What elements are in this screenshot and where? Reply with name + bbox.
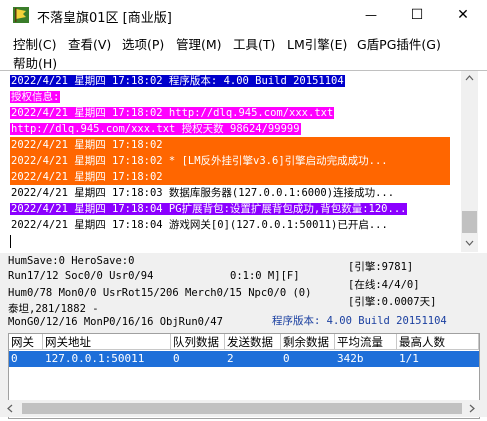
log-lines: 2022/4/21 星期四 17:18:02 程序版本: 4.00 Build … (10, 73, 460, 249)
log-line-text: 2022/4/21 星期四 17:18:04 游戏网关[0](127.0.0.1… (11, 219, 388, 231)
col-header-address[interactable]: 网关地址 (43, 334, 171, 350)
log-line: 2022/4/21 星期四 17:18:04 游戏网关[0](127.0.0.1… (10, 217, 460, 233)
status-panel: HumSave:0 HeroSave:0 Run17/12 Soc0/0 Usr… (0, 253, 487, 333)
log-line: 2022/4/21 星期四 17:18:04 PG扩展背包:设置扩展背包成功,背… (10, 201, 460, 217)
menu-options[interactable]: 选项(P) (122, 34, 164, 53)
version-label: 程序版本: 4.00 Build 20151104 (272, 315, 447, 327)
log-line-text: 授权信息: (10, 91, 61, 103)
cell-remain: 0 (283, 352, 290, 365)
table-hscrollbar[interactable] (0, 400, 487, 417)
maximize-button[interactable]: ☐ (394, 0, 440, 30)
menu-gshield-plugin[interactable]: G盾PG插件(G) (357, 34, 441, 53)
log-line-text: 2022/4/21 星期四 17:18:04 PG扩展背包:设置扩展背包成功,背… (10, 203, 408, 215)
menu-manage[interactable]: 管理(M) (176, 34, 222, 53)
status-run: Run17/12 Soc0/0 Usr0/94 (8, 270, 154, 282)
col-header-queue[interactable]: 队列数据 (171, 334, 225, 350)
menu-lm-engine[interactable]: LM引擎(E) (287, 34, 347, 53)
log-line-text: 2022/4/21 星期四 17:18:02 程序版本: 4.00 Build … (10, 75, 345, 87)
cell-max-users: 1/1 (399, 352, 419, 365)
window-title: 不落皇旗01区 [商业版] (37, 11, 172, 26)
col-header-gateway[interactable]: 网关 (9, 334, 43, 350)
table-row[interactable]: 0 127.0.0.1:50011 0 2 0 342b 1/1 (9, 351, 479, 367)
log-line: 2022/4/21 星期四 17:18:02 (10, 137, 460, 153)
col-header-traffic[interactable]: 平均流量 (335, 334, 397, 350)
menu-view[interactable]: 查看(V) (68, 34, 111, 53)
col-header-max-users[interactable]: 最高人数 (397, 334, 479, 350)
flag-icon (13, 7, 29, 23)
cell-queue: 0 (173, 352, 180, 365)
log-line-text: 2022/4/21 星期四 17:18:02 * [LM反外挂引擎v3.6]引擎… (11, 155, 388, 167)
close-button[interactable]: ✕ (440, 0, 486, 30)
load-badge: [引擎:0.0007天] (348, 296, 437, 308)
status-map: 泰坦,281/1882 - (8, 303, 99, 315)
main-window: 不落皇旗01区 [商业版] — ☐ ✕ 控制(C) 查看(V) 选项(P) 管理… (0, 0, 487, 419)
menu-bar: 控制(C) 查看(V) 选项(P) 管理(M) 工具(T) LM引擎(E) G盾… (0, 30, 487, 71)
cell-address: 127.0.0.1:50011 (45, 352, 145, 365)
maximize-icon: ☐ (410, 7, 424, 23)
log-line-text: 2022/4/21 星期四 17:18:02 (11, 171, 163, 183)
online-badge: [在线:4/4/0] (348, 279, 420, 291)
title-bar: 不落皇旗01区 [商业版] — ☐ ✕ (0, 0, 487, 30)
cell-traffic: 342b (337, 352, 364, 365)
menu-control[interactable]: 控制(C) (13, 34, 56, 53)
log-scrollbar[interactable] (461, 71, 478, 252)
status-monsters: MonG0/12/16 MonP0/16/16 ObjRun0/47 (8, 316, 223, 328)
status-mode: 0:1:0 M][F] (230, 270, 300, 282)
log-line: 2022/4/21 星期四 17:18:02 程序版本: 4.00 Build … (10, 73, 460, 89)
log-line: 2022/4/21 星期四 17:18:02 * [LM反外挂引擎v3.6]引擎… (10, 153, 460, 169)
close-icon: ✕ (457, 7, 469, 23)
status-objects: Hum0/78 Mon0/0 UsrRot15/206 Merch0/15 Np… (8, 287, 312, 299)
engine-badge: [引擎:9781] (348, 261, 414, 273)
cell-sent: 2 (227, 352, 234, 365)
log-panel[interactable]: 2022/4/21 星期四 17:18:02 程序版本: 4.00 Build … (0, 70, 487, 254)
status-save: HumSave:0 HeroSave:0 (8, 255, 135, 267)
log-line-text: 2022/4/21 星期四 17:18:02 http://dlq.945.co… (10, 107, 335, 119)
log-line: 2022/4/21 星期四 17:18:02 http://dlq.945.co… (10, 105, 460, 121)
minimize-icon: — (365, 8, 377, 22)
log-line-text: 2022/4/21 星期四 17:18:02 (11, 139, 163, 151)
log-line: 授权信息: (10, 89, 460, 105)
log-line-text: http://dlq.945.com/xxx.txt 授权天数 98624/99… (10, 123, 301, 135)
menu-tools[interactable]: 工具(T) (233, 34, 275, 53)
log-line: 2022/4/21 星期四 17:18:02 (10, 169, 460, 185)
col-header-sent[interactable]: 发送数据 (225, 334, 281, 350)
log-line-text: 2022/4/21 星期四 17:18:03 数据库服务器(127.0.0.1:… (11, 187, 395, 199)
log-caret (10, 233, 460, 249)
log-line: 2022/4/21 星期四 17:18:03 数据库服务器(127.0.0.1:… (10, 185, 460, 201)
col-header-remain[interactable]: 剩余数据 (281, 334, 335, 350)
minimize-button[interactable]: — (348, 0, 394, 30)
log-line: http://dlq.945.com/xxx.txt 授权天数 98624/99… (10, 121, 460, 137)
cell-gateway: 0 (11, 352, 18, 365)
